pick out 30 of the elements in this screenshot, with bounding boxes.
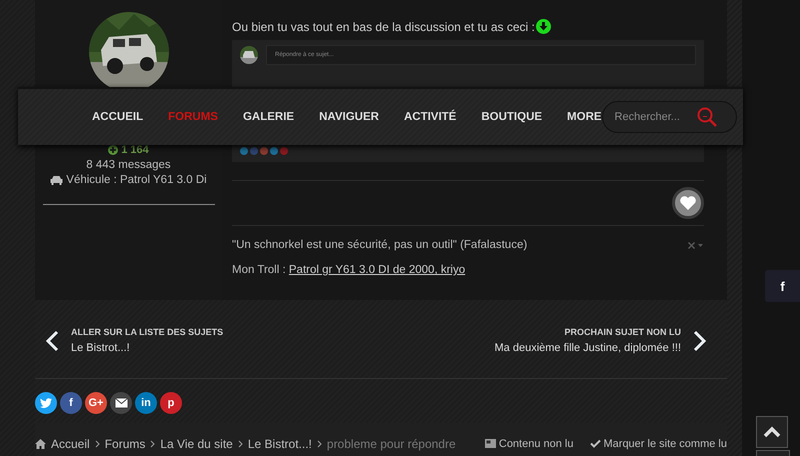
post-count: 8 443 messages — [86, 159, 171, 171]
nav-tab[interactable]: BOUTIQUE — [481, 111, 542, 123]
pager-heading: PROCHAIN SUJET NON LU — [564, 327, 681, 337]
facebook-tab[interactable]: f — [765, 270, 800, 302]
breadcrumb-link[interactable]: Forums — [104, 436, 146, 450]
nav-tab[interactable]: MORE — [567, 111, 602, 123]
facebook-share-button[interactable]: f — [60, 392, 82, 414]
googleplus-share-button[interactable]: G+ — [85, 392, 107, 414]
unread-content-link[interactable]: Contenu non lu — [484, 438, 574, 450]
breadcrumb-current: probleme pour répondre — [326, 436, 456, 450]
signature-link[interactable]: Patrol gr Y61 3.0 DI de 2000, kriyo — [288, 264, 466, 276]
signature-label: Mon Troll : — [232, 264, 287, 276]
vehicle-info: Véhicule : Patrol Y61 3.0 Di — [66, 174, 207, 186]
nav-tab[interactable]: NAVIGUER — [319, 111, 379, 123]
nav-tab[interactable]: ACCUEIL — [92, 111, 144, 123]
breadcrumb-link[interactable]: Le Bistrot...! — [248, 436, 312, 450]
search-field[interactable]: Rechercher... — [602, 101, 737, 133]
nav-tab[interactable]: ACTIVITÉ — [404, 111, 456, 123]
reputation-count: 1 164 — [121, 144, 149, 156]
mark-read-link[interactable]: Marquer le site comme lu — [590, 438, 727, 450]
pager-heading: ALLER SUR LA LISTE DES SUJETS — [71, 327, 224, 337]
pinterest-share-button[interactable]: p — [160, 392, 182, 414]
breadcrumb-link[interactable]: Accueil — [51, 436, 90, 450]
topic-link[interactable]: Le Bistrot...! — [71, 342, 224, 354]
nav-tab[interactable]: GALERIE — [242, 111, 294, 123]
topic-link[interactable]: Ma deuxième fille Justine, diplomée !!! — [494, 342, 681, 354]
post-text: Ou bien tu vas tout en bas de la discussion et tu as ceci : — [232, 20, 535, 34]
linkedin-share-button[interactable]: in — [135, 392, 157, 414]
breadcrumb-link[interactable]: La Vie du site — [160, 436, 233, 450]
signature-quote: "Un schnorkel est une sécurité, pas un outil" (Fafalastuce) — [232, 239, 528, 251]
